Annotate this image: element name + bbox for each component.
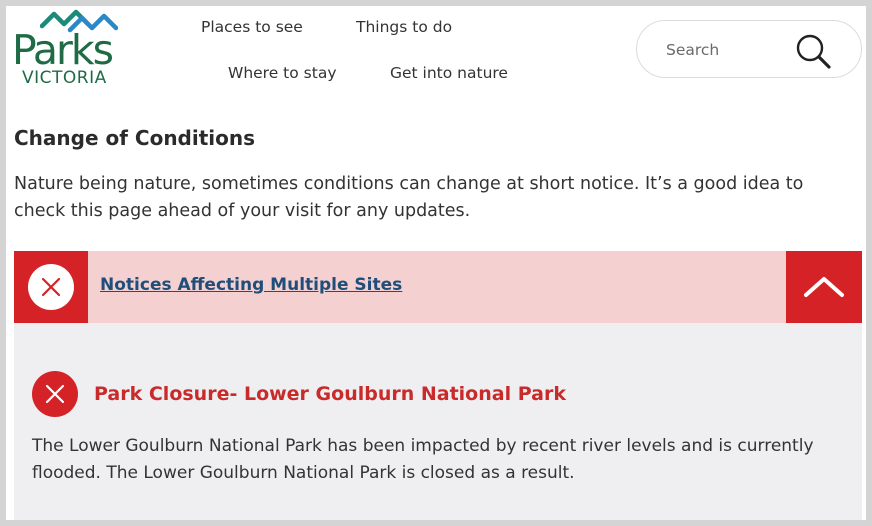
notice-alert-icon (32, 371, 78, 417)
accordion-title-link[interactable]: Notices Affecting Multiple Sites (100, 275, 402, 295)
search-placeholder: Search (666, 41, 720, 59)
logo-subtitle: VICTORIA (22, 68, 107, 88)
alert-badge-circle (28, 264, 74, 310)
alert-badge (14, 251, 88, 323)
close-icon (41, 277, 61, 297)
nav-get-into-nature[interactable]: Get into nature (390, 64, 508, 82)
intro-text: Nature being nature, sometimes condition… (14, 174, 804, 221)
close-icon (45, 384, 65, 404)
search-icon[interactable] (795, 33, 833, 71)
nav-things-to-do[interactable]: Things to do (356, 18, 452, 36)
search-input[interactable]: Search (636, 20, 862, 78)
page-title: Change of Conditions (14, 126, 256, 150)
logo-wordmark: Parks (12, 26, 114, 74)
collapse-button[interactable] (786, 251, 862, 323)
nav-where-to-stay[interactable]: Where to stay (228, 64, 337, 82)
notice-text: The Lower Goulburn National Park has bee… (32, 436, 814, 483)
accordion-header[interactable]: Notices Affecting Multiple Sites (14, 251, 862, 323)
chevron-up-icon (804, 277, 844, 297)
notice-title: Park Closure- Lower Goulburn National Pa… (94, 383, 566, 405)
parks-victoria-logo[interactable]: Parks VICTORIA (12, 8, 134, 90)
accordion-body: Park Closure- Lower Goulburn National Pa… (14, 323, 862, 520)
page-frame: Parks VICTORIA Places to see Things to d… (6, 6, 866, 520)
nav-places-to-see[interactable]: Places to see (201, 18, 303, 36)
